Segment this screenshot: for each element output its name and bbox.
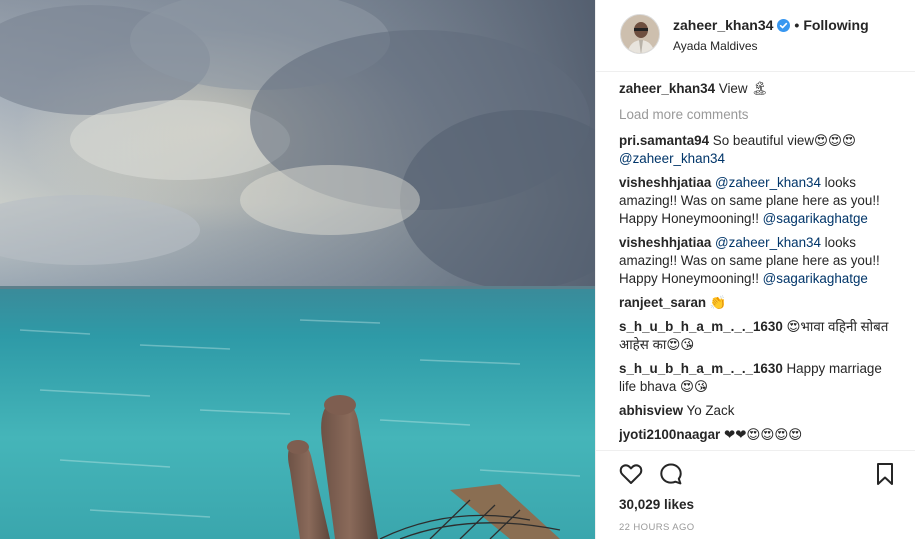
- author-username[interactable]: zaheer_khan34: [673, 17, 773, 33]
- comment-text: 👏: [709, 295, 727, 310]
- comment-mention-link[interactable]: @sagarikaghatge: [763, 271, 868, 286]
- comment-item: ranjeet_saran 👏: [619, 294, 899, 312]
- comment-mention-link[interactable]: @zaheer_khan34: [715, 235, 821, 250]
- instagram-post: zaheer_khan34 • Following Ayada Maldives…: [0, 0, 915, 539]
- avatar-image: [621, 15, 659, 53]
- comment-item: s_h_u_b_h_a_m_._._1630 😍भावा वहिनी सोबत …: [619, 318, 899, 354]
- post-header: zaheer_khan34 • Following Ayada Maldives: [596, 0, 915, 72]
- bookmark-icon[interactable]: [874, 461, 896, 487]
- comment-username[interactable]: visheshhjatiaa: [619, 235, 711, 250]
- comment-mention-link[interactable]: @zaheer_khan34: [619, 151, 725, 166]
- separator-dot: •: [794, 17, 800, 33]
- following-button[interactable]: Following: [803, 17, 868, 33]
- comment-items: pri.samanta94 So beautiful view😍😍😍 @zahe…: [619, 132, 899, 444]
- caption-text: View 🏝: [718, 81, 769, 96]
- comment-text: ❤❤😍😍😍😍: [723, 427, 803, 442]
- comment-item: visheshhjatiaa @zaheer_khan34 looks amaz…: [619, 174, 899, 228]
- avatar[interactable]: [620, 14, 660, 54]
- comment-item: visheshhjatiaa @zaheer_khan34 looks amaz…: [619, 234, 899, 288]
- comment-username[interactable]: abhisview: [619, 403, 683, 418]
- comment-item: pri.samanta94 So beautiful view😍😍😍 @zahe…: [619, 132, 899, 168]
- caption: zaheer_khan34 View 🏝: [619, 80, 899, 98]
- likes-count[interactable]: 30,029 likes: [619, 497, 694, 512]
- load-more-comments-button[interactable]: Load more comments: [619, 106, 899, 124]
- comment-item: abhisview Yo Zack: [619, 402, 899, 420]
- comment-username[interactable]: jyoti2100naagar: [619, 427, 720, 442]
- post-photo[interactable]: [0, 0, 595, 539]
- comment-username[interactable]: visheshhjatiaa: [619, 175, 711, 190]
- comment-mention-link[interactable]: @zaheer_khan34: [715, 175, 821, 190]
- comment-username[interactable]: pri.samanta94: [619, 133, 709, 148]
- comment-item: s_h_u_b_h_a_m_._._1630 Happy marriage li…: [619, 360, 899, 396]
- comment-item: jyoti2100naagar ❤❤😍😍😍😍: [619, 426, 899, 444]
- comments-list: zaheer_khan34 View 🏝 Load more comments …: [619, 80, 899, 450]
- caption-username[interactable]: zaheer_khan34: [619, 81, 715, 96]
- verified-badge-icon: [777, 18, 791, 32]
- comment-icon[interactable]: [658, 461, 684, 487]
- comment-mention-link[interactable]: @sagarikaghatge: [763, 211, 868, 226]
- comment-username[interactable]: s_h_u_b_h_a_m_._._1630: [619, 361, 783, 376]
- comment-username[interactable]: ranjeet_saran: [619, 295, 706, 310]
- comment-username[interactable]: s_h_u_b_h_a_m_._._1630: [619, 319, 783, 334]
- maldives-sea-photo: [0, 0, 595, 539]
- post-side-panel: zaheer_khan34 • Following Ayada Maldives…: [595, 0, 915, 539]
- comment-text: So beautiful view😍😍😍: [712, 133, 856, 148]
- post-timestamp: 22 HOURS AGO: [619, 522, 695, 533]
- location-link[interactable]: Ayada Maldives: [673, 39, 869, 53]
- heart-icon[interactable]: [618, 461, 644, 487]
- post-actions: 30,029 likes 22 HOURS AGO: [596, 450, 915, 539]
- comment-text: Yo Zack: [686, 403, 735, 418]
